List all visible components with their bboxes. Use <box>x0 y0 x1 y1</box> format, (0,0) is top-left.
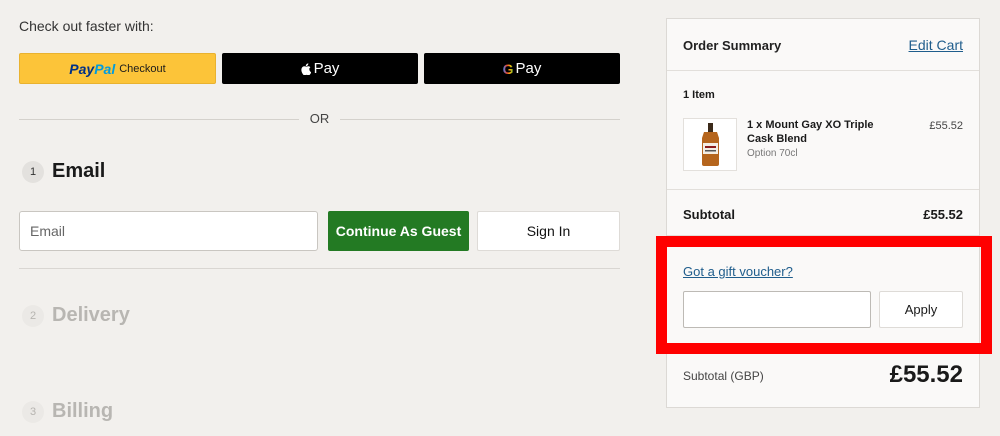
subtotal-label: Subtotal <box>683 207 735 222</box>
google-pay-label: Pay <box>515 60 542 77</box>
step-email-heading: 1 Email <box>22 160 105 183</box>
continue-as-guest-button[interactable]: Continue As Guest <box>328 211 469 251</box>
total-value: £55.52 <box>889 361 963 388</box>
or-line-right <box>340 119 620 120</box>
paypal-logo-pay: Pay <box>69 60 95 77</box>
gift-voucher-link[interactable]: Got a gift voucher? <box>683 264 793 279</box>
apple-icon <box>300 62 311 75</box>
apple-pay-button[interactable]: Pay <box>222 53 418 84</box>
or-separator: OR <box>19 111 620 127</box>
order-summary-panel: Order Summary Edit Cart 1 Item 1 x Mount… <box>666 18 980 408</box>
apply-voucher-button[interactable]: Apply <box>879 291 963 328</box>
product-thumbnail[interactable] <box>683 118 737 171</box>
email-form-row: Continue As Guest Sign In <box>19 211 620 251</box>
item-count: 1 Item <box>683 89 715 101</box>
paypal-checkout-label: Checkout <box>119 62 166 75</box>
step-number: 1 <box>22 160 44 183</box>
step-number: 2 <box>22 304 44 327</box>
express-checkout-title: Check out faster with: <box>19 18 154 34</box>
summary-divider <box>667 346 979 347</box>
product-name: 1 x Mount Gay XO Triple Cask Blend <box>747 119 874 145</box>
paypal-button[interactable]: Pay Pal Checkout <box>19 53 216 84</box>
apple-pay-label: Pay <box>313 60 340 77</box>
gift-voucher-input[interactable] <box>683 291 871 328</box>
express-payment-row: Pay Pal Checkout Pay G Pay <box>19 53 620 84</box>
step-title: Billing <box>52 400 114 422</box>
product-option: Option 70cl <box>747 148 798 159</box>
step-billing-heading: 3 Billing <box>22 400 113 423</box>
product-price: £55.52 <box>929 120 963 132</box>
google-pay-button[interactable]: G Pay <box>424 53 620 84</box>
section-divider <box>19 268 620 269</box>
total-label: Subtotal (GBP) <box>683 369 764 383</box>
summary-divider <box>667 189 979 190</box>
summary-divider <box>667 235 979 236</box>
google-g-icon: G <box>502 60 514 77</box>
order-summary-title: Order Summary <box>683 38 782 53</box>
step-title: Email <box>52 160 106 182</box>
edit-cart-link[interactable]: Edit Cart <box>909 37 963 53</box>
paypal-logo-pal: Pal <box>94 60 116 77</box>
sign-in-button[interactable]: Sign In <box>477 211 620 251</box>
step-number: 3 <box>22 400 44 423</box>
subtotal-value: £55.52 <box>923 207 963 222</box>
step-title: Delivery <box>52 304 130 326</box>
step-delivery-heading: 2 Delivery <box>22 304 130 327</box>
email-input[interactable] <box>19 211 318 251</box>
rum-bottle-icon <box>702 123 719 166</box>
summary-divider <box>667 70 979 71</box>
